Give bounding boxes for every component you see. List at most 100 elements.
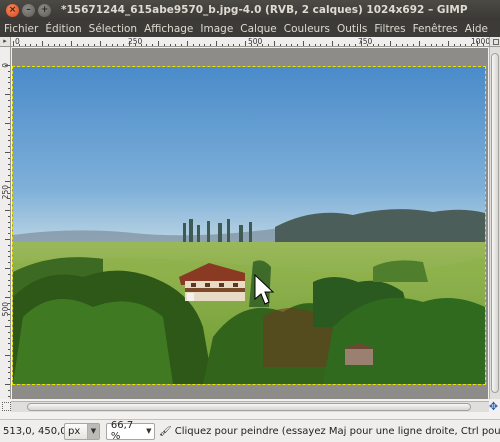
ruler-tick [198, 44, 200, 46]
ruler-tick [8, 389, 10, 391]
status-bar: 513,0, 450,0 px ▼ 66,7 % ▼ 🖌 Cliquez pou… [0, 419, 500, 442]
ruler-tick [5, 94, 10, 95]
horizontal-scrollbar[interactable] [11, 401, 489, 412]
ruler-tick [413, 44, 415, 46]
ruler-tick [482, 44, 484, 46]
ruler-tick [8, 285, 10, 287]
ruler-tick [24, 44, 26, 46]
ruler-tick [453, 44, 455, 46]
ruler-tick [105, 44, 107, 46]
ruler-tick [5, 181, 10, 182]
ruler-tick [5, 210, 10, 211]
ruler-tick [71, 41, 72, 46]
ruler-tick [8, 378, 10, 380]
ruler-tick [8, 337, 10, 339]
ruler-tick [268, 44, 270, 46]
ruler-tick [5, 326, 10, 327]
ruler-tick [42, 41, 43, 46]
vertical-scrollbar[interactable] [489, 47, 500, 399]
ruler-tick [88, 44, 90, 46]
ruler-tick [134, 44, 136, 46]
ruler-tick [262, 44, 264, 46]
menu-image[interactable]: Image [200, 23, 233, 35]
horizontal-ruler[interactable]: 0 250 500 750 1000 [11, 37, 489, 47]
ruler-tick [8, 175, 10, 177]
chevron-down-icon: ▼ [146, 427, 152, 435]
ruler-tick [355, 44, 357, 46]
minimize-window-button[interactable]: – [22, 3, 35, 17]
ruler-tick [175, 44, 177, 46]
ruler-tick [146, 44, 148, 46]
ruler-tick [8, 343, 10, 345]
ruler-tick [8, 146, 10, 148]
ruler-tick [187, 41, 188, 46]
zoom-value: 66,7 % [110, 420, 134, 442]
ruler-tick [47, 44, 49, 46]
zoom-selector[interactable]: 66,7 % ▼ [105, 420, 156, 442]
horizontal-scroll-thumb[interactable] [27, 403, 471, 411]
ruler-tick [8, 186, 10, 188]
close-window-button[interactable]: × [6, 3, 19, 17]
ruler-tick [436, 44, 438, 46]
ruler-tick [424, 44, 426, 46]
vertical-ruler[interactable]: 0 250 500 [0, 47, 11, 399]
ruler-tick [8, 308, 10, 310]
ruler-tick [82, 44, 84, 46]
menu-fenetres[interactable]: Fenêtres [413, 23, 458, 35]
ruler-tick [8, 88, 10, 90]
ruler-tick [349, 44, 351, 46]
unit-selector[interactable]: px ▼ [64, 422, 100, 440]
ruler-tick [5, 355, 10, 356]
ruler-tick [8, 349, 10, 351]
quick-mask-toggle[interactable] [2, 402, 11, 411]
ruler-tick [192, 44, 194, 46]
ruler-tick [8, 192, 10, 194]
menu-fichier[interactable]: Fichier [4, 23, 38, 35]
close-icon: × [8, 4, 17, 15]
menu-outils[interactable]: Outils [337, 23, 367, 35]
ruler-tick [8, 395, 10, 397]
ruler-tick [8, 279, 10, 281]
ruler-tick [337, 44, 339, 46]
ruler-tick [314, 44, 316, 46]
vertical-scroll-thumb[interactable] [491, 53, 499, 393]
ruler-tick [129, 41, 130, 46]
ruler-tick [320, 44, 322, 46]
menu-calque[interactable]: Calque [240, 23, 276, 35]
ruler-tick [5, 297, 10, 298]
menu-filtres[interactable]: Filtres [374, 23, 405, 35]
ruler-tick [76, 44, 78, 46]
ruler-tick [407, 44, 409, 46]
ruler-tick [279, 44, 281, 46]
ruler-tick [8, 314, 10, 316]
ruler-tick [59, 44, 61, 46]
ruler-tick [8, 360, 10, 362]
ruler-corner-menu-button[interactable]: ▸ [0, 37, 11, 47]
ruler-tick [477, 41, 478, 46]
status-message-text: Cliquez pour peindre (essayez Maj pour u… [174, 425, 500, 437]
menu-couleurs[interactable]: Couleurs [284, 23, 330, 35]
maximize-window-button[interactable]: + [38, 3, 51, 17]
zoom-to-fit-button[interactable] [489, 37, 500, 47]
menu-aide[interactable]: Aide [465, 23, 488, 35]
ruler-tick [8, 215, 10, 217]
navigate-icon[interactable]: ✥ [488, 401, 499, 412]
ruler-tick [152, 44, 154, 46]
ruler-tick [343, 44, 345, 46]
ruler-tick [227, 44, 229, 46]
ruler-tick [8, 76, 10, 78]
menu-edition[interactable]: Édition [45, 23, 81, 35]
ruler-tick [378, 44, 380, 46]
ruler-tick [8, 140, 10, 142]
ruler-tick [94, 44, 96, 46]
landscape-photo [13, 67, 485, 384]
menu-selection[interactable]: Sélection [89, 23, 137, 35]
ruler-tick [8, 204, 10, 206]
ruler-tick [221, 44, 223, 46]
image-canvas[interactable] [12, 66, 486, 385]
ruler-tick [308, 44, 310, 46]
ruler-tick [163, 44, 165, 46]
menu-affichage[interactable]: Affichage [144, 23, 193, 35]
ruler-tick [181, 44, 183, 46]
ruler-tick [8, 262, 10, 264]
